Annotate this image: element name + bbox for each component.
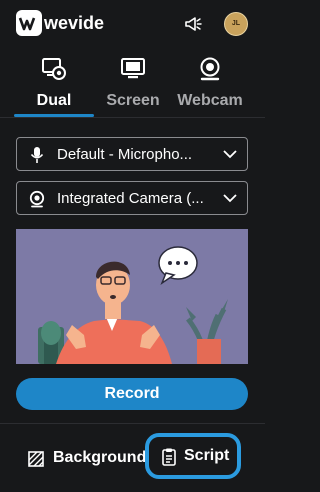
chevron-down-icon bbox=[223, 150, 237, 159]
top-bar: wevideo JL bbox=[0, 0, 265, 48]
tab-dual[interactable]: Dual bbox=[10, 52, 98, 114]
tab-screen-label: Screen bbox=[106, 92, 160, 109]
logo-text: wevideo bbox=[43, 13, 104, 33]
tab-dual-label: Dual bbox=[36, 92, 72, 109]
screen-icon bbox=[121, 58, 145, 79]
script-label: Script bbox=[184, 447, 230, 464]
user-avatar[interactable]: JL bbox=[224, 12, 248, 36]
background-icon bbox=[28, 451, 44, 467]
tab-webcam[interactable]: Webcam bbox=[166, 52, 254, 114]
microphone-icon bbox=[30, 147, 44, 163]
tab-screen[interactable]: Screen bbox=[89, 52, 177, 114]
tabs-divider bbox=[0, 117, 265, 118]
script-button[interactable]: Script bbox=[145, 433, 241, 479]
preview-illustration bbox=[16, 229, 248, 364]
camera-select-value: Integrated Camera (... bbox=[57, 190, 204, 207]
camera-select[interactable]: Integrated Camera (... bbox=[16, 181, 248, 215]
megaphone-icon[interactable] bbox=[184, 15, 202, 33]
background-label: Background bbox=[53, 449, 147, 466]
camera-preview bbox=[16, 229, 248, 364]
microphone-select-value: Default - Micropho... bbox=[57, 146, 193, 163]
wevideo-logo[interactable]: wevideo bbox=[16, 10, 104, 36]
camera-icon bbox=[29, 190, 45, 208]
record-button[interactable]: Record bbox=[16, 378, 248, 410]
webcam-icon bbox=[200, 57, 220, 81]
dual-icon bbox=[42, 58, 66, 80]
bottom-divider bbox=[0, 423, 265, 424]
script-icon bbox=[162, 448, 176, 466]
chevron-down-icon bbox=[223, 194, 237, 203]
microphone-select[interactable]: Default - Micropho... bbox=[16, 137, 248, 171]
tab-webcam-label: Webcam bbox=[177, 92, 243, 109]
mode-tabs: Dual Screen Webcam bbox=[0, 52, 265, 118]
